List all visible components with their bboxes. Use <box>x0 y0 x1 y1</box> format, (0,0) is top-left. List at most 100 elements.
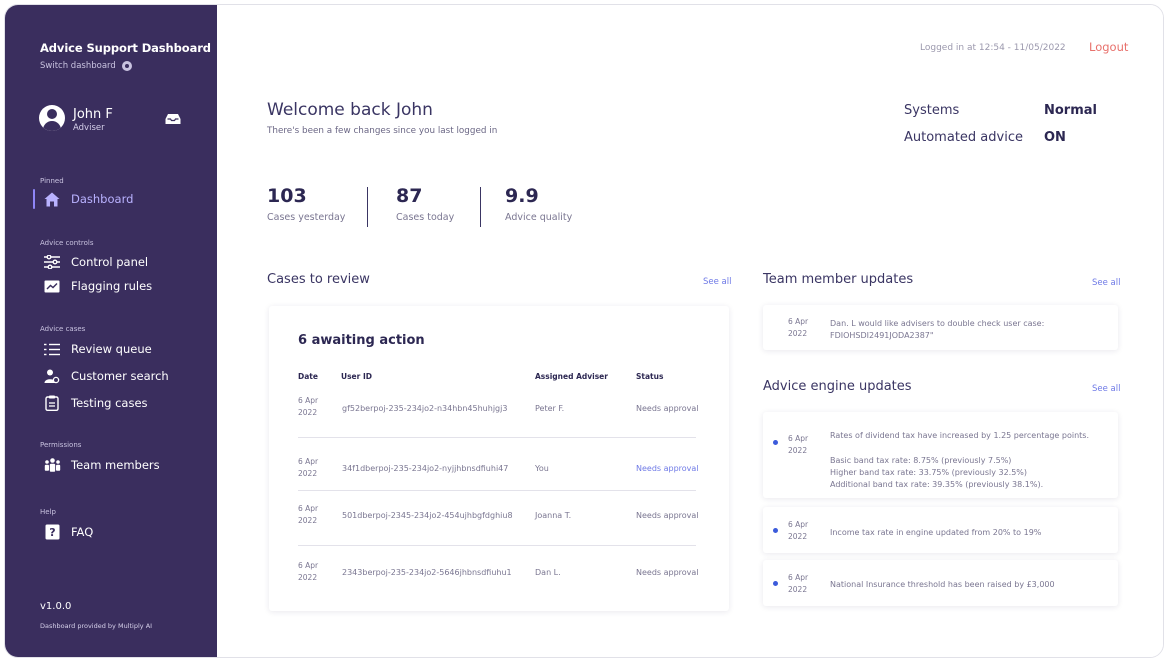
systems-label: Systems <box>904 103 960 118</box>
gear-icon <box>121 61 132 71</box>
version-label: v1.0.0 <box>40 601 72 612</box>
welcome-title: Welcome back John <box>267 100 433 120</box>
stat-label: Cases yesterday <box>267 212 346 223</box>
update-date: 6 Apr 2022 <box>788 317 809 338</box>
app-window: Advice Support Dashboard Switch dashboar… <box>4 4 1164 658</box>
sidebar-item-team-members[interactable]: Team members <box>43 457 160 473</box>
update-date: 6 Apr 2022 <box>788 520 809 541</box>
active-indicator <box>33 189 35 209</box>
row-adviser: Dan L. <box>535 568 561 577</box>
inbox-icon[interactable] <box>165 113 181 125</box>
user-search-icon <box>43 368 61 384</box>
update-text: National Insurance threshold has been ra… <box>830 580 1055 589</box>
stat-label: Advice quality <box>505 212 573 223</box>
row-user-id: 34f1dberpoj-235-234jo2-nyjjhbnsdfiuhi47 <box>342 464 509 473</box>
sidebar-item-label: Dashboard <box>71 192 134 206</box>
row-user-id: 2343berpoj-235-234jo2-5646jhbnsdfiuhu1 <box>342 568 512 577</box>
row-divider <box>298 437 696 438</box>
cases-section-title: Cases to review <box>267 272 370 287</box>
cases-see-all-link[interactable]: See all <box>703 277 732 287</box>
sidebar-item-flagging-rules[interactable]: Flagging rules <box>43 278 152 294</box>
sidebar-item-review-queue[interactable]: Review queue <box>43 341 152 357</box>
row-date: 6 Apr 2022 <box>298 457 319 478</box>
sidebar-item-testing-cases[interactable]: Testing cases <box>43 395 148 411</box>
group-label-permissions: Permissions <box>40 441 82 449</box>
team-updates-see-all-link[interactable]: See all <box>1092 278 1121 288</box>
column-header: Status <box>636 372 664 381</box>
row-date: 6 Apr 2022 <box>298 396 319 417</box>
svg-text:?: ? <box>49 526 55 539</box>
welcome-subtitle: There's been a few changes since you las… <box>267 126 498 136</box>
row-status[interactable]: Needs approval <box>636 511 699 520</box>
stat-value: 103 <box>267 185 307 207</box>
update-date: 6 Apr 2022 <box>788 573 809 594</box>
switch-dashboard-label: Switch dashboard <box>40 61 116 71</box>
row-user-id: gf52berpoj-235-234jo2-n34hbn45huhjgj3 <box>342 404 508 413</box>
group-label-advice-controls: Advice controls <box>40 239 94 247</box>
sidebar-item-label: FAQ <box>71 525 94 539</box>
awaiting-count: 6 awaiting action <box>298 333 425 348</box>
column-header: User ID <box>341 372 372 381</box>
user-role: Adviser <box>73 123 105 133</box>
sidebar-item-label: Testing cases <box>71 396 148 410</box>
sidebar-item-label: Review queue <box>71 342 152 356</box>
sidebar-item-customer-search[interactable]: Customer search <box>43 368 169 384</box>
cases-card: 6 awaiting action Date User ID Assigned … <box>269 306 729 611</box>
sidebar-item-label: Control panel <box>71 255 149 269</box>
engine-update-card[interactable]: 6 Apr 2022 Income tax rate in engine upda… <box>763 507 1118 553</box>
unread-dot-icon <box>773 440 778 445</box>
sidebar-item-label: Customer search <box>71 369 169 383</box>
row-status[interactable]: Needs approval <box>636 568 699 577</box>
engine-update-card[interactable]: 6 Apr 2022 Rates of dividend tax have inc… <box>763 412 1118 498</box>
sidebar-item-label: Flagging rules <box>71 279 153 293</box>
sidebar: Advice Support Dashboard Switch dashboar… <box>5 5 217 657</box>
logout-button[interactable]: Logout <box>1089 40 1128 54</box>
update-text: Rates of dividend tax have increased by … <box>830 431 1089 489</box>
update-date: 6 Apr 2022 <box>788 434 809 455</box>
row-date: 6 Apr 2022 <box>298 561 319 582</box>
row-adviser: Joanna T. <box>535 511 572 520</box>
switch-dashboard-link[interactable]: Switch dashboard <box>40 61 132 71</box>
sliders-icon <box>43 254 61 270</box>
clipboard-icon <box>43 395 61 411</box>
provided-by-label: Dashboard provided by Multiply AI <box>40 622 153 630</box>
login-info: Logged in at 12:54 - 11/05/2022 <box>920 43 1066 53</box>
team-icon <box>43 457 61 473</box>
row-adviser: Peter F. <box>535 404 565 413</box>
row-status[interactable]: Needs approval <box>636 464 699 473</box>
list-icon <box>43 341 61 357</box>
row-divider <box>298 490 696 491</box>
team-updates-title: Team member updates <box>763 272 914 287</box>
row-date: 6 Apr 2022 <box>298 504 319 525</box>
stat-divider <box>480 187 481 227</box>
avatar-icon <box>39 105 65 131</box>
engine-updates-title: Advice engine updates <box>763 379 912 394</box>
flag-folder-icon <box>43 278 61 294</box>
systems-status: Normal <box>1044 103 1097 118</box>
column-header: Date <box>298 372 318 381</box>
update-text: Income tax rate in engine updated from 2… <box>830 528 1042 537</box>
sidebar-item-control-panel[interactable]: Control panel <box>43 254 148 270</box>
main-content: Logged in at 12:54 - 11/05/2022 Logout W… <box>217 5 1163 657</box>
app-title: Advice Support Dashboard <box>40 41 211 55</box>
engine-updates-see-all-link[interactable]: See all <box>1092 384 1121 394</box>
user-name: John F <box>73 107 113 122</box>
stat-label: Cases today <box>396 212 455 223</box>
stat-divider <box>367 187 368 227</box>
engine-update-card[interactable]: 6 Apr 2022 National Insurance threshold h… <box>763 560 1118 606</box>
row-user-id: 501dberpoj-2345-234jo2-454ujhbgfdghiu8 <box>342 511 513 520</box>
team-update-card[interactable]: 6 Apr 2022 Dan. L would like advisers to … <box>763 305 1118 350</box>
row-adviser: You <box>535 464 549 473</box>
column-header: Assigned Adviser <box>535 372 608 381</box>
sidebar-item-dashboard[interactable]: Dashboard <box>43 191 133 207</box>
unread-dot-icon <box>773 581 778 586</box>
group-label-advice-cases: Advice cases <box>40 325 86 333</box>
sidebar-item-label: Team members <box>71 458 160 472</box>
update-text: Dan. L would like advisers to double che… <box>830 319 1045 340</box>
user-profile[interactable]: John F Adviser <box>39 105 113 133</box>
sidebar-item-faq[interactable]: ? FAQ <box>43 524 93 540</box>
automated-advice-label: Automated advice <box>904 130 1023 145</box>
stat-value: 87 <box>396 185 423 207</box>
help-icon: ? <box>43 524 61 540</box>
row-status[interactable]: Needs approval <box>636 404 699 413</box>
